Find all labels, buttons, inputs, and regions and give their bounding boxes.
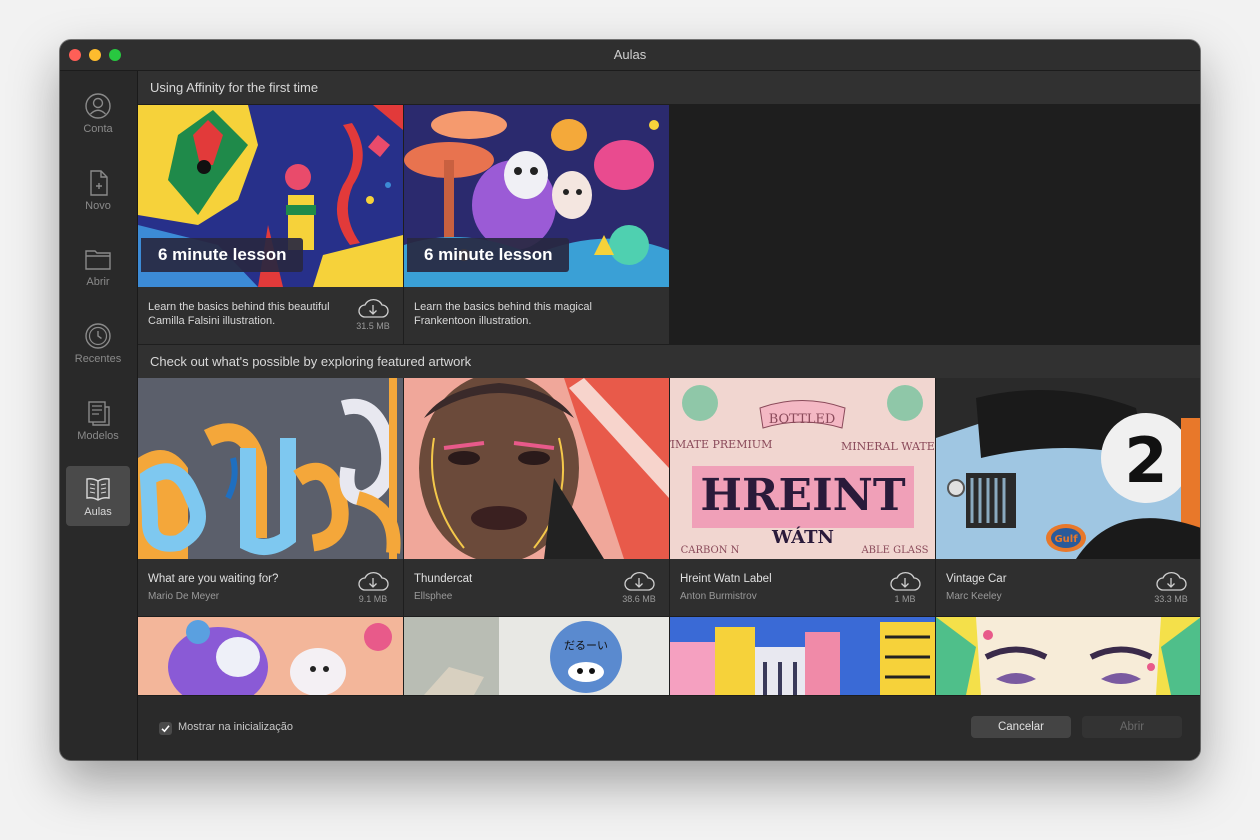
car-number: 2 bbox=[1124, 424, 1167, 497]
artwork-thumbnail bbox=[670, 617, 935, 695]
open-button[interactable]: Abrir bbox=[1082, 716, 1182, 738]
templates-icon bbox=[88, 401, 110, 426]
featured-card-partial-panda[interactable]: だるーい bbox=[404, 617, 669, 695]
account-icon bbox=[85, 93, 111, 119]
panda-caption: だるーい bbox=[564, 639, 608, 652]
featured-card-waiting[interactable]: What are you waiting for? Mario De Meyer… bbox=[138, 378, 403, 616]
recent-clock-icon bbox=[85, 323, 111, 349]
checkmark-icon bbox=[161, 725, 170, 733]
lesson-duration-badge: 6 minute lesson bbox=[141, 238, 304, 272]
artwork-title: What are you waiting for? bbox=[148, 573, 279, 585]
show-on-startup-label: Mostrar na inicialização bbox=[178, 721, 293, 733]
sidebar-item-recentes[interactable]: Recentes bbox=[66, 313, 130, 373]
label-text-glass: ABLE GLASS bbox=[860, 545, 928, 556]
sidebar-item-conta[interactable]: Conta bbox=[66, 83, 130, 143]
artwork-thumbnail bbox=[138, 617, 403, 695]
lesson-thumbnail: 6 minute lesson bbox=[138, 105, 403, 287]
artwork-thumbnail bbox=[936, 617, 1200, 695]
title-bar: Aulas bbox=[60, 40, 1200, 71]
cloud-download-icon bbox=[624, 572, 655, 591]
section-header-first-time: Using Affinity for the first time bbox=[138, 71, 1200, 104]
download-button[interactable]: 9.1 MB bbox=[355, 569, 391, 604]
lessons-window: Aulas Conta Novo Abrir Recentes Modelos … bbox=[60, 40, 1200, 760]
window-title: Aulas bbox=[613, 47, 647, 62]
artwork-author: Ellsphee bbox=[414, 591, 453, 602]
artwork-author: Mario De Meyer bbox=[148, 591, 220, 602]
artwork-title: Vintage Car bbox=[946, 573, 1007, 585]
cloud-download-icon bbox=[1156, 572, 1187, 591]
show-on-startup-checkbox[interactable] bbox=[159, 722, 172, 735]
sidebar-item-label: Novo bbox=[85, 200, 111, 212]
label-text-carbon: CARBON N bbox=[681, 545, 740, 556]
sidebar-item-modelos[interactable]: Modelos bbox=[66, 390, 130, 450]
featured-card-partial-buildings[interactable] bbox=[670, 617, 935, 695]
car-brand-logo: Gulf bbox=[1054, 534, 1078, 545]
download-size: 38.6 MB bbox=[622, 594, 656, 604]
artwork-thumbnail: だるーい bbox=[404, 617, 669, 695]
label-text-mineral: MINERAL WATER bbox=[841, 440, 935, 453]
lesson-description: Learn the basics behind this beautiful C… bbox=[148, 301, 330, 327]
folder-icon bbox=[85, 250, 111, 270]
artwork-thumbnail bbox=[404, 378, 669, 559]
download-size: 1 MB bbox=[894, 594, 916, 604]
featured-card-partial-face[interactable] bbox=[936, 617, 1200, 695]
lessons-content: Using Affinity for the first time 6 minu… bbox=[138, 71, 1200, 760]
download-button[interactable]: 31.5 MB bbox=[355, 296, 391, 331]
label-text-hreint: HREINT bbox=[700, 470, 905, 521]
lesson-card-frankentoon[interactable]: 6 minute lesson Learn the basics behind … bbox=[404, 105, 669, 344]
lesson-duration-badge: 6 minute lesson bbox=[407, 238, 570, 272]
artwork-thumbnail: 2 Gulf bbox=[936, 378, 1200, 559]
sidebar: Conta Novo Abrir Recentes Modelos Aulas bbox=[60, 71, 138, 760]
artwork-author: Marc Keeley bbox=[946, 591, 1002, 602]
featured-card-vintage-car[interactable]: 2 Gulf Vintage Car Marc Keeley 33.3 MB bbox=[936, 378, 1200, 616]
dialog-footer: Mostrar na inicialização Cancelar Abrir bbox=[138, 696, 1200, 760]
lesson-description: Learn the basics behind this magical Fra… bbox=[414, 301, 592, 327]
new-document-icon bbox=[90, 170, 108, 196]
artwork-thumbnail bbox=[138, 378, 403, 559]
sidebar-item-label: Abrir bbox=[86, 276, 110, 288]
cloud-download-icon bbox=[890, 572, 921, 591]
artwork-thumbnail: BOTTLED ULTIMATE PREMIUM MINERAL WATER H… bbox=[670, 378, 935, 559]
sidebar-item-aulas[interactable]: Aulas bbox=[66, 466, 130, 526]
cloud-download-icon bbox=[358, 572, 389, 591]
featured-card-thundercat[interactable]: Thundercat Ellsphee 38.6 MB bbox=[404, 378, 669, 616]
download-button[interactable]: 33.3 MB bbox=[1153, 569, 1189, 604]
download-size: 31.5 MB bbox=[356, 321, 390, 331]
sidebar-item-abrir[interactable]: Abrir bbox=[66, 236, 130, 296]
sidebar-item-label: Recentes bbox=[74, 353, 122, 365]
artwork-title: Hreint Watn Label bbox=[680, 573, 772, 585]
label-text-watn: WÁTN bbox=[771, 525, 834, 548]
book-icon bbox=[86, 478, 110, 501]
featured-card-hreint[interactable]: BOTTLED ULTIMATE PREMIUM MINERAL WATER H… bbox=[670, 378, 935, 616]
artwork-title: Thundercat bbox=[414, 573, 473, 585]
sidebar-item-label: Modelos bbox=[77, 430, 119, 442]
download-button[interactable]: 1 MB bbox=[887, 569, 923, 604]
featured-card-partial-monsters[interactable] bbox=[138, 617, 403, 695]
artwork-author: Anton Burmistrov bbox=[680, 591, 757, 602]
cloud-download-icon bbox=[358, 299, 389, 318]
label-text-premium: ULTIMATE PREMIUM bbox=[670, 438, 772, 451]
download-size: 9.1 MB bbox=[358, 594, 388, 604]
lesson-thumbnail: 6 minute lesson bbox=[404, 105, 669, 287]
download-size: 33.3 MB bbox=[1154, 594, 1188, 604]
lesson-card-falsini[interactable]: 6 minute lesson Learn the basics behind … bbox=[138, 105, 403, 344]
sidebar-item-label: Aulas bbox=[84, 506, 112, 518]
download-button[interactable]: 38.6 MB bbox=[621, 569, 657, 604]
sidebar-item-novo[interactable]: Novo bbox=[66, 160, 130, 220]
cancel-button[interactable]: Cancelar bbox=[971, 716, 1071, 738]
label-text-bottled: BOTTLED bbox=[769, 412, 836, 427]
section-header-featured: Check out what's possible by exploring f… bbox=[138, 345, 1200, 378]
sidebar-item-label: Conta bbox=[83, 123, 113, 135]
